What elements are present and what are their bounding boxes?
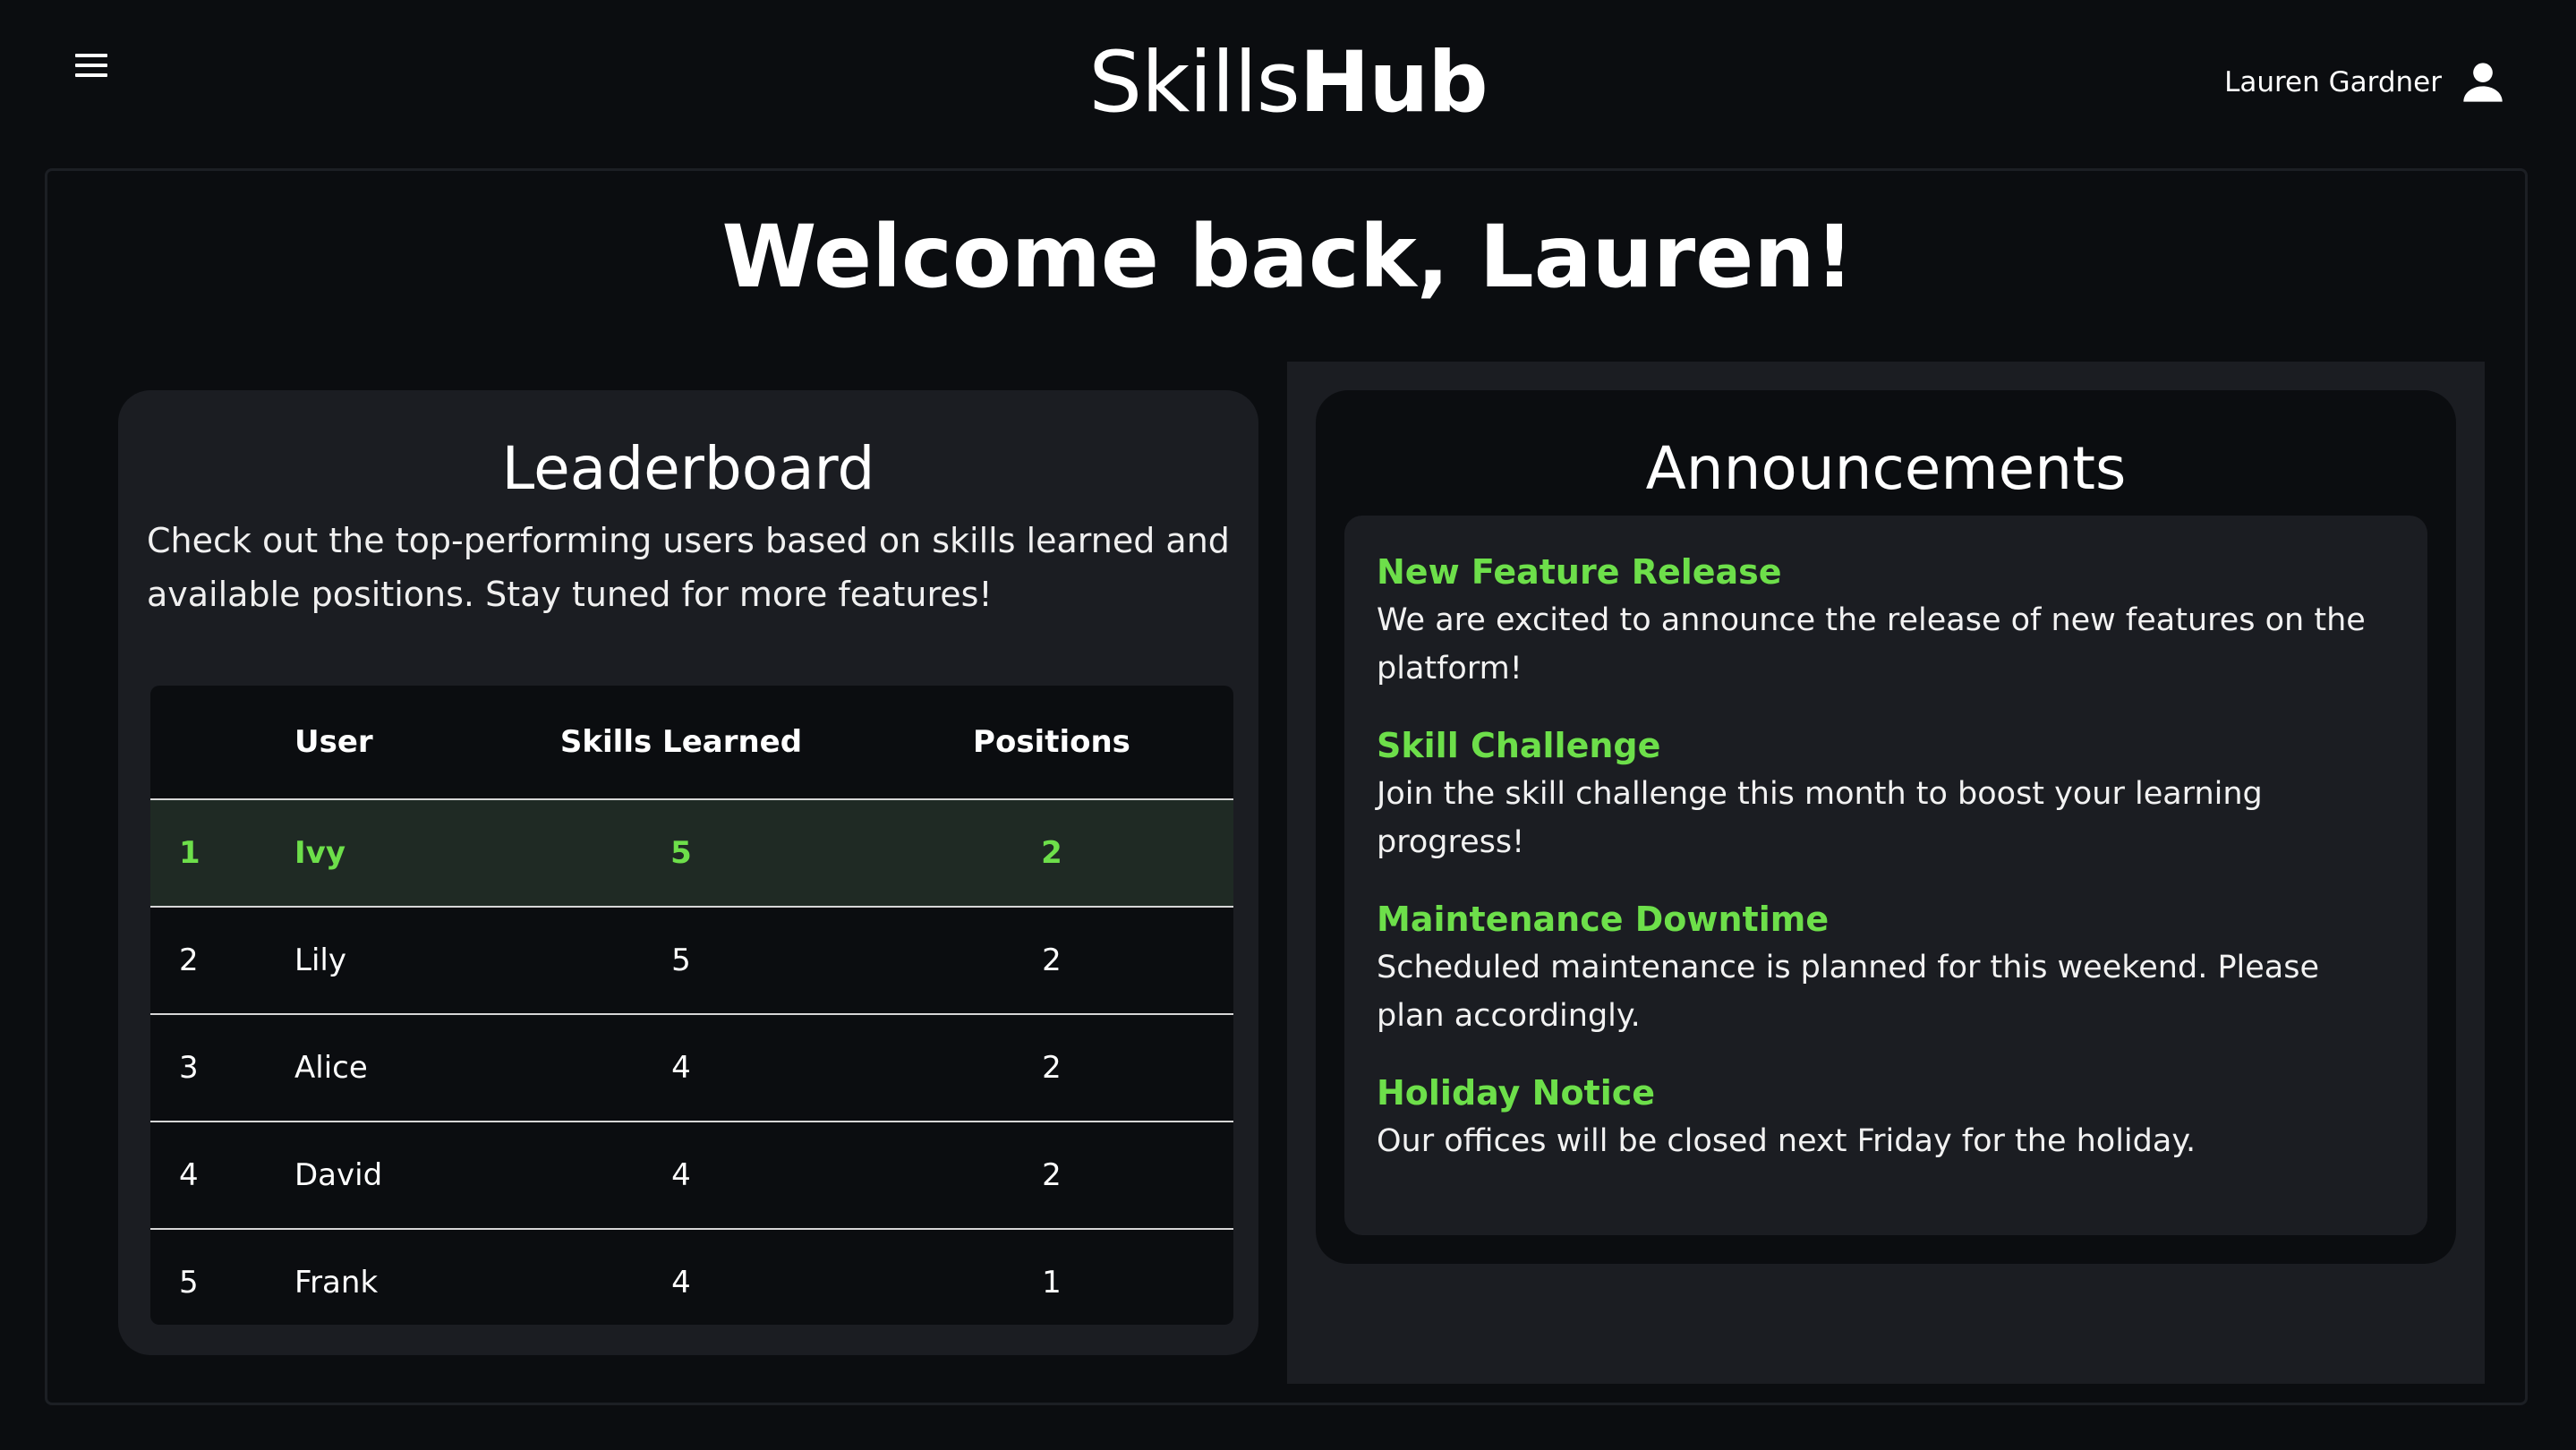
leaderboard-description: Check out the top-performing users based… [147,521,1230,614]
user-cell: Ivy [294,799,492,908]
table-row: 1 Ivy 5 2 [150,799,1233,908]
rank-cell: 1 [150,799,294,908]
skills-cell: 4 [492,1229,870,1325]
brand-light-text: Skills [1088,34,1300,132]
column-header-skills: Skills Learned [492,686,870,800]
user-name[interactable]: Lauren Gardner [2224,63,2442,102]
rank-cell: 4 [150,1122,294,1230]
brand-logo[interactable]: SkillsHub [0,34,2576,132]
skills-cell: 5 [492,799,870,908]
table-row: 3 Alice 4 2 [150,1014,1233,1122]
brand-bold-text: Hub [1299,34,1488,132]
announcements-title: Announcements [1645,434,2127,503]
table-row: 4 David 4 2 [150,1122,1233,1230]
announcement-item: Maintenance Downtime Scheduled maintenan… [1377,895,2395,1040]
announcement-item: Holiday Notice Our offices will be close… [1377,1069,2395,1165]
positions-cell: 2 [870,1014,1233,1122]
top-bar: SkillsHub Lauren Gardner [0,0,2576,165]
leaderboard-title: Leaderboard [501,434,875,503]
skills-cell: 5 [492,907,870,1015]
user-cell: Alice [294,1014,492,1122]
announcement-title: Maintenance Downtime [1377,900,1830,939]
announcement-item: Skill Challenge Join the skill challenge… [1377,721,2395,866]
user-cell: Frank [294,1229,492,1325]
positions-cell: 2 [870,1122,1233,1230]
rank-cell: 5 [150,1229,294,1325]
announcement-body: Scheduled maintenance is planned for thi… [1377,950,2320,1034]
leaderboard-table: User Skills Learned Positions 1 Ivy 5 2 … [150,686,1233,1325]
announcements-card: Announcements New Feature Release We are… [1316,390,2456,1264]
column-header-positions: Positions [870,686,1233,800]
rank-cell: 3 [150,1014,294,1122]
rank-cell: 2 [150,907,294,1015]
announcements-list: New Feature Release We are excited to an… [1344,516,2427,1235]
positions-cell: 1 [870,1229,1233,1325]
announcement-title: Holiday Notice [1377,1073,1656,1113]
person-icon[interactable] [2460,59,2506,106]
announcement-item: New Feature Release We are excited to an… [1377,548,2395,693]
skills-cell: 4 [492,1014,870,1122]
skills-cell: 4 [492,1122,870,1230]
welcome-heading: Welcome back, Lauren! [721,207,1855,307]
announcement-title: New Feature Release [1377,552,1782,592]
column-header-user: User [294,686,492,800]
announcement-title: Skill Challenge [1377,726,1661,765]
announcement-body: Our offices will be closed next Friday f… [1377,1123,2196,1159]
table-row: 5 Frank 4 1 [150,1229,1233,1325]
positions-cell: 2 [870,907,1233,1015]
column-header-rank [150,686,294,800]
announcement-body: We are excited to announce the release o… [1377,602,2366,687]
table-row: 2 Lily 5 2 [150,907,1233,1015]
user-cell: David [294,1122,492,1230]
announcement-body: Join the skill challenge this month to b… [1377,776,2263,860]
table-header-row: User Skills Learned Positions [150,686,1233,800]
user-cell: Lily [294,907,492,1015]
positions-cell: 2 [870,799,1233,908]
leaderboard-card: Leaderboard Check out the top-performing… [118,390,1258,1355]
